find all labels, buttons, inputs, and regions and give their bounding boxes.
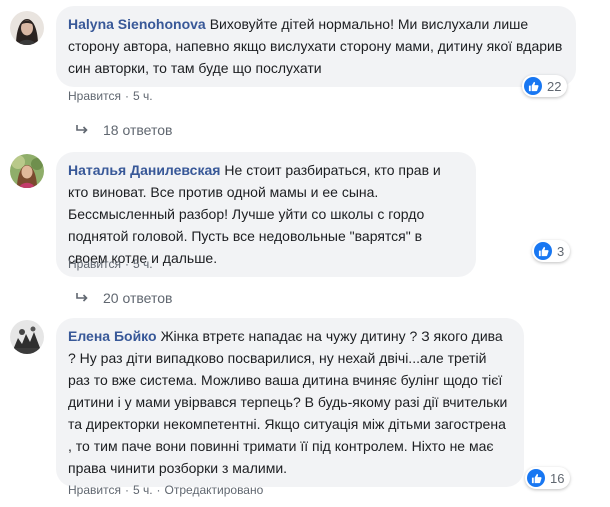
reaction-count[interactable]: 16 <box>525 467 571 489</box>
separator-dot: · <box>124 257 129 271</box>
comment-author[interactable]: Елена Бойко <box>68 328 157 344</box>
reaction-count[interactable]: 3 <box>532 240 571 262</box>
view-replies-button[interactable]: 18 ответов <box>75 120 172 140</box>
like-thumb-icon <box>534 242 552 260</box>
like-thumb-icon <box>524 77 542 95</box>
view-replies-button[interactable]: 20 ответов <box>75 288 172 308</box>
separator-dot: · <box>124 483 129 497</box>
reaction-number: 22 <box>547 78 562 94</box>
comment-author[interactable]: Halyna Sienohonova <box>68 16 206 32</box>
avatar[interactable] <box>10 11 44 45</box>
comment-text: Жінка втретє нападає на чужу дитину ? З … <box>68 328 508 476</box>
comment-time[interactable]: 5 ч. <box>133 257 153 271</box>
like-button[interactable]: Нравится <box>68 483 121 497</box>
replies-count: 18 ответов <box>103 122 173 138</box>
comment-time[interactable]: 5 ч. <box>133 89 153 103</box>
comment-actions: Нравится · 5 ч. · Отредактировано <box>68 482 263 498</box>
comment-author[interactable]: Наталья Данилевская <box>68 162 220 178</box>
comment-actions: Нравится · 5 ч. <box>68 256 153 272</box>
avatar[interactable] <box>10 320 44 354</box>
comment-time[interactable]: 5 ч. <box>133 483 153 497</box>
separator-dot: · <box>156 483 161 497</box>
like-button[interactable]: Нравится <box>68 89 121 103</box>
like-button[interactable]: Нравится <box>68 257 121 271</box>
comment-bubble: Halyna Sienohonova Виховуйте дітей нормал… <box>56 6 576 87</box>
like-thumb-icon <box>527 469 545 487</box>
separator-dot: · <box>124 89 129 103</box>
reaction-number: 3 <box>557 243 565 259</box>
reaction-count[interactable]: 22 <box>522 75 568 97</box>
comment-bubble: Елена Бойко Жінка втретє нападає на чужу … <box>56 318 524 487</box>
avatar[interactable] <box>10 154 44 188</box>
comment-actions: Нравится · 5 ч. <box>68 88 153 104</box>
reply-arrow-icon <box>75 292 89 304</box>
replies-count: 20 ответов <box>103 290 173 306</box>
edited-label[interactable]: Отредактировано <box>165 483 264 497</box>
reply-arrow-icon <box>75 124 89 136</box>
reaction-number: 16 <box>550 470 565 486</box>
